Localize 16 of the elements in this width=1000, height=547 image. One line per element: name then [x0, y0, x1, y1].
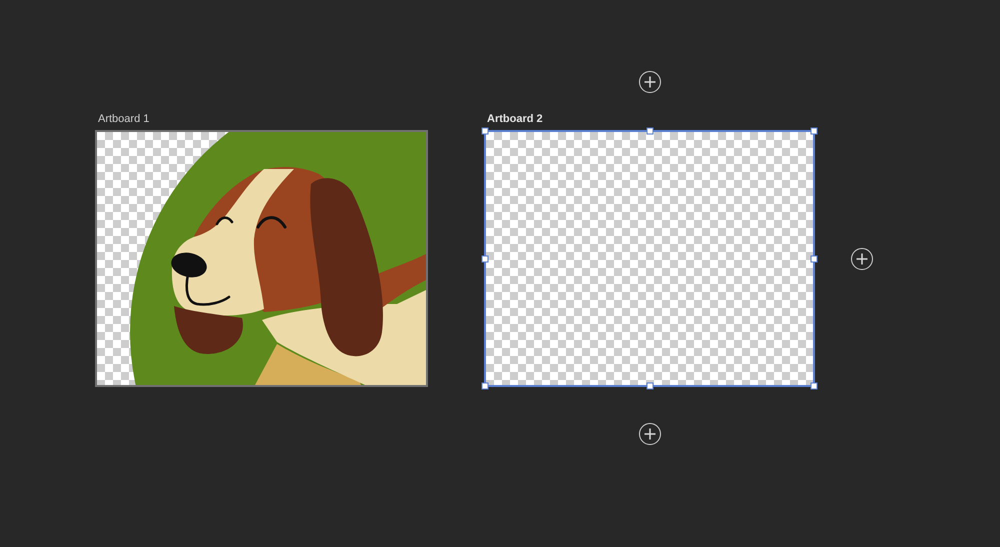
- resize-handle[interactable]: [810, 128, 818, 134]
- plus-icon: [644, 428, 656, 440]
- resize-handle[interactable]: [482, 382, 488, 390]
- resize-handle[interactable]: [810, 255, 818, 262]
- plus-icon: [644, 76, 656, 88]
- resize-handle[interactable]: [482, 255, 488, 262]
- add-artboard-button[interactable]: [851, 248, 873, 270]
- resize-handle[interactable]: [482, 128, 488, 134]
- resize-handle[interactable]: [646, 128, 653, 134]
- plus-icon: [856, 252, 868, 264]
- artboard-label: Artboard 2: [487, 113, 543, 126]
- artboard-label: Artboard 1: [98, 113, 150, 126]
- add-artboard-button[interactable]: [638, 423, 660, 445]
- add-artboard-button[interactable]: [638, 71, 660, 93]
- resize-handle[interactable]: [810, 382, 818, 390]
- resize-handle[interactable]: [646, 382, 653, 390]
